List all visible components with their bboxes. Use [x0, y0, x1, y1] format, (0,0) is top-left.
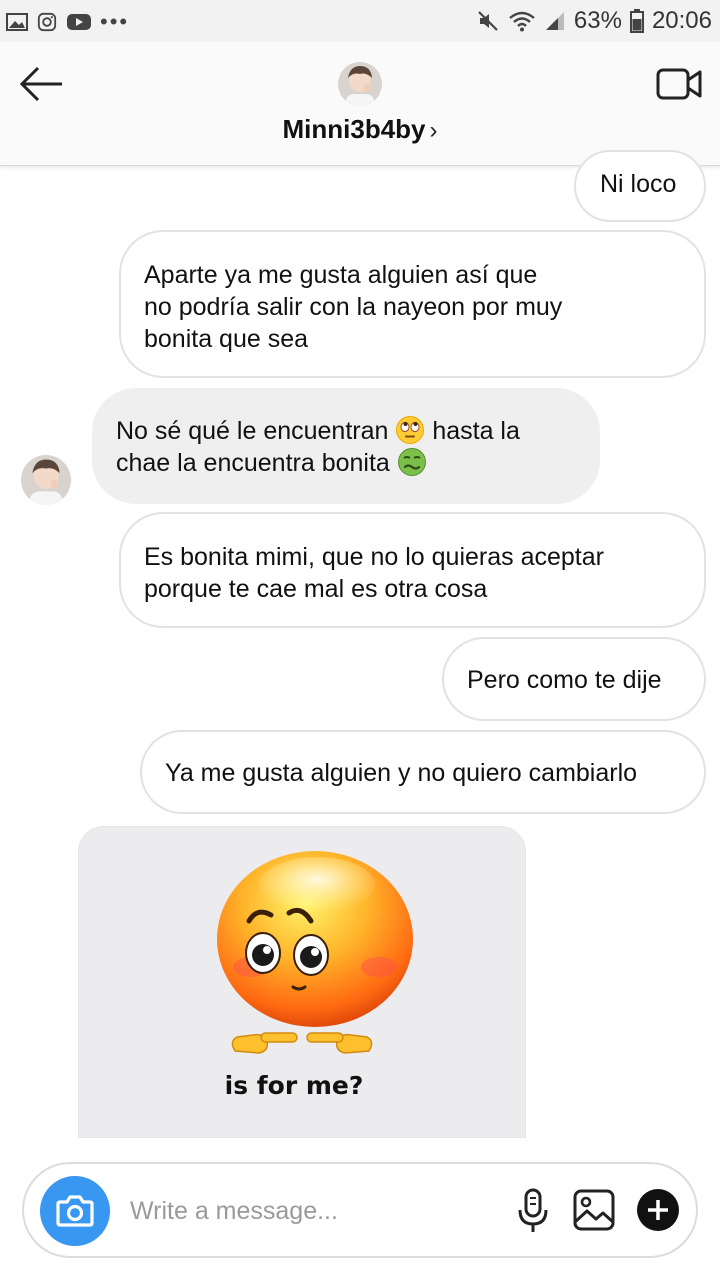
outgoing-message: Aparte ya me gusta alguien así que no po… [119, 230, 706, 378]
incoming-message: No sé qué le encuentran hasta la chae la… [92, 388, 600, 504]
outgoing-message: Ya me gusta alguien y no quiero cambiarl… [140, 730, 706, 814]
image-caption: is for me? [224, 1071, 364, 1100]
youtube-notification-icon [67, 14, 91, 30]
message-line: bonita que sea [144, 325, 309, 353]
gallery-notification-icon [6, 13, 28, 31]
username-text: Minni3b4by [282, 114, 426, 144]
outgoing-message: Ni loco [574, 150, 706, 222]
back-arrow-icon[interactable] [16, 62, 66, 106]
camera-icon [56, 1195, 94, 1227]
message-line: chae la encuentra bonita [116, 447, 580, 479]
chevron-right-icon: › [429, 117, 438, 144]
nauseated-emoji-icon [397, 448, 426, 476]
message-text: Ya me gusta alguien y no quiero cambiarl… [165, 759, 638, 787]
instagram-notification-icon [37, 12, 57, 32]
outgoing-message: Es bonita mimi, que no lo quieras acepta… [119, 512, 706, 628]
message-text: No sé qué le encuentran [116, 417, 389, 445]
wifi-icon [509, 11, 535, 32]
message-text: hasta la [432, 417, 520, 445]
microphone-icon[interactable] [516, 1188, 550, 1234]
more-notifications-indicator: ••• [100, 9, 130, 34]
outgoing-message: Pero como te dije [442, 637, 706, 721]
image-message[interactable]: is for me? [78, 826, 526, 1138]
status-system: 63% 20:06 [476, 6, 712, 36]
contact-avatar[interactable] [338, 62, 382, 106]
message-input[interactable] [130, 1184, 490, 1238]
clock: 20:06 [651, 7, 712, 34]
sender-avatar[interactable] [21, 455, 71, 505]
battery-icon [629, 9, 644, 33]
message-line: Aparte ya me gusta alguien así que [144, 261, 538, 289]
message-line: No sé qué le encuentran hasta la [116, 415, 580, 447]
status-bar: ••• 63% 20:06 [0, 0, 720, 42]
chat-header: Minni3b4by › [0, 42, 720, 166]
status-notifications: ••• [6, 8, 129, 36]
message-composer [22, 1162, 698, 1258]
signal-icon [545, 12, 564, 30]
mute-icon [478, 11, 498, 31]
message-text: Ni loco [600, 170, 677, 198]
contact-username[interactable]: Minni3b4by › [0, 114, 720, 145]
message-line: Es bonita mimi, que no lo quieras acepta… [144, 543, 604, 571]
message-line: no podría salir con la nayeon por muy [144, 293, 563, 321]
gallery-icon[interactable] [572, 1188, 616, 1232]
message-text: chae la encuentra bonita [116, 449, 390, 477]
camera-button[interactable] [40, 1176, 110, 1246]
plus-icon[interactable] [636, 1188, 680, 1232]
video-call-icon[interactable] [656, 64, 702, 104]
battery-percent: 63% [573, 7, 622, 34]
eye-roll-emoji-icon [396, 416, 425, 444]
message-line: porque te cae mal es otra cosa [144, 575, 488, 603]
message-text: Pero como te dije [467, 666, 662, 694]
